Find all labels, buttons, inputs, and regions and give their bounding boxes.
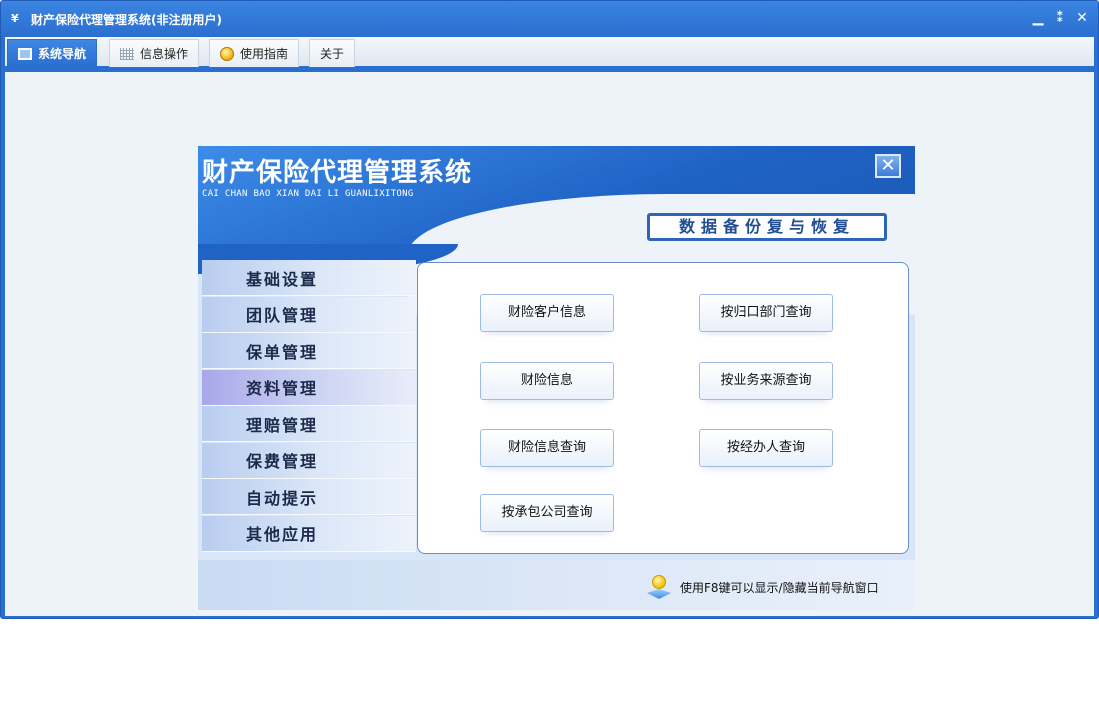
menu-item-auto-reminder[interactable]: 自动提示 [202,479,416,515]
bulb-icon [220,46,234,61]
lightbulb-icon [647,575,671,601]
footer-tip: 使用F8键可以显示/隐藏当前导航窗口 [680,581,879,595]
category-menu: 基础设置 团队管理 保单管理 资料管理 理赔管理 保费管理 自动提示 其他应用 [202,260,416,556]
dialog-footer: 使用F8键可以显示/隐藏当前导航窗口 [198,560,915,610]
grid-icon [120,47,134,60]
close-icon[interactable]: ✕ [1074,10,1090,26]
menu-item-claims-management[interactable]: 理赔管理 [202,406,416,442]
window-controls: ▁ ⁑ ✕ [1030,10,1090,26]
query-by-department-button[interactable]: 按归口部门查询 [699,294,833,332]
query-by-business-source-button[interactable]: 按业务来源查询 [699,362,833,400]
action-panel: 财险客户信息 按归口部门查询 财险信息 按业务来源查询 财险信息查询 按经办人查… [417,262,909,554]
query-by-handler-button[interactable]: 按经办人查询 [699,429,833,467]
section-title: 数据备份复与恢复 [647,213,887,241]
menu-item-basic-settings[interactable]: 基础设置 [202,260,416,296]
monitor-icon [18,47,32,60]
tab-info-operations[interactable]: 信息操作 [109,39,200,67]
menu-item-other-apps[interactable]: 其他应用 [202,515,416,552]
tab-label: 系统导航 [38,47,87,61]
restore-icon[interactable]: ⁑ [1052,10,1068,26]
tab-about[interactable]: 关于 [309,39,356,67]
title-bar[interactable]: ¥ 财产保险代理管理系统(非注册用户) ▁ ⁑ ✕ [1,1,1098,37]
dialog-title: 财产保险代理管理系统 [202,158,473,188]
property-info-query-button[interactable]: 财险信息查询 [480,429,614,467]
tab-label: 关于 [320,47,345,61]
navigation-dialog: 财产保险代理管理系统 CAI CHAN BAO XIAN DAI LI GUAN… [198,146,915,610]
tab-user-guide[interactable]: 使用指南 [209,39,300,67]
minimize-icon[interactable]: ▁ [1030,10,1046,26]
menu-item-data-management[interactable]: 资料管理 [202,369,416,406]
dialog-subtitle: CAI CHAN BAO XIAN DAI LI GUANLIXITONG [202,189,414,199]
menu-item-policy-management[interactable]: 保单管理 [202,333,416,369]
query-by-contractor-button[interactable]: 按承包公司查询 [480,494,614,532]
window-title: 财产保险代理管理系统(非注册用户) [31,13,222,27]
dialog-header: 财产保险代理管理系统 CAI CHAN BAO XIAN DAI LI GUAN… [198,146,915,314]
app-icon: ¥ [11,12,19,25]
dialog-close-button[interactable]: ✕ [875,154,901,178]
tab-label: 信息操作 [140,47,189,61]
property-customer-info-button[interactable]: 财险客户信息 [480,294,614,332]
tab-label: 使用指南 [240,47,289,61]
tab-system-navigation[interactable]: 系统导航 [7,39,98,67]
menu-item-premium-management[interactable]: 保费管理 [202,442,416,479]
menu-item-team-management[interactable]: 团队管理 [202,296,416,333]
property-info-button[interactable]: 财险信息 [480,362,614,400]
tab-strip: 系统导航 信息操作 使用指南 关于 [5,37,1094,69]
